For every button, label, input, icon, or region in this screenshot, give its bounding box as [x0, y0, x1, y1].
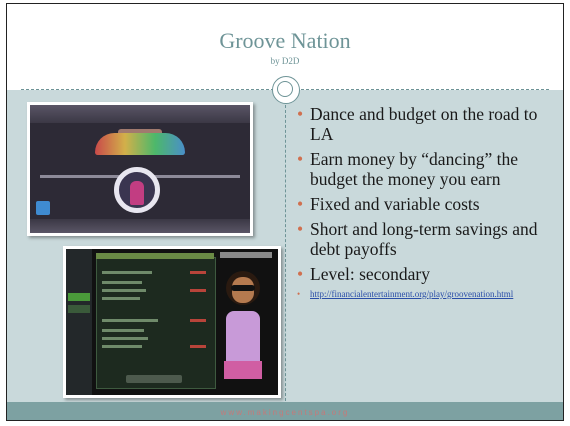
bullet-item: Fixed and variable costs	[297, 194, 559, 214]
budget-amount	[190, 289, 206, 292]
bullet-list: Dance and budget on the road to LA Earn …	[297, 104, 559, 305]
bullet-item: Short and long-term savings and debt pay…	[297, 219, 559, 259]
character-body	[226, 311, 260, 365]
footer-url: www.makingcentspa.org	[220, 408, 350, 417]
budget-panel	[96, 257, 216, 389]
slide-subtitle: by D2D	[270, 56, 300, 66]
budget-row	[102, 297, 140, 300]
character-sunglasses	[231, 285, 255, 291]
game-top-bar	[30, 105, 250, 123]
budget-row	[102, 281, 142, 284]
budget-continue-button	[126, 375, 182, 383]
game-screenshot	[27, 102, 253, 236]
budget-panel-header	[96, 253, 214, 259]
budget-row	[102, 329, 144, 332]
groovenation-link[interactable]: http://financialentertainment.org/play/g…	[310, 289, 513, 299]
budget-row	[102, 337, 148, 340]
budget-screenshot	[63, 246, 281, 398]
budget-top-label	[220, 252, 272, 258]
budget-side-button	[68, 293, 90, 301]
budget-row	[102, 271, 152, 274]
divider-circle-ornament	[272, 76, 300, 104]
bullet-item: Earn money by “dancing” the budget the m…	[297, 149, 559, 189]
budget-side-menu	[66, 249, 92, 395]
bullet-item: Dance and budget on the road to LA	[297, 104, 559, 144]
budget-side-button	[68, 305, 90, 313]
game-corner-icon	[36, 201, 50, 215]
budget-row	[102, 319, 158, 322]
game-bottom-bar	[30, 219, 250, 233]
game-meter-arc	[95, 133, 185, 155]
bullet-link-item: http://financialentertainment.org/play/g…	[297, 289, 559, 300]
slide: Groove Nation by D2D • Dance and budget …	[6, 3, 564, 421]
budget-amount	[190, 345, 206, 348]
bullet-item: Level: secondary	[297, 264, 559, 284]
character-skirt	[224, 361, 262, 379]
budget-amount	[190, 271, 206, 274]
budget-amount	[190, 319, 206, 322]
game-dancer	[130, 181, 144, 205]
column-divider	[285, 105, 286, 401]
slide-title: Groove Nation	[219, 28, 351, 53]
budget-row	[102, 345, 142, 348]
budget-row	[102, 289, 146, 292]
